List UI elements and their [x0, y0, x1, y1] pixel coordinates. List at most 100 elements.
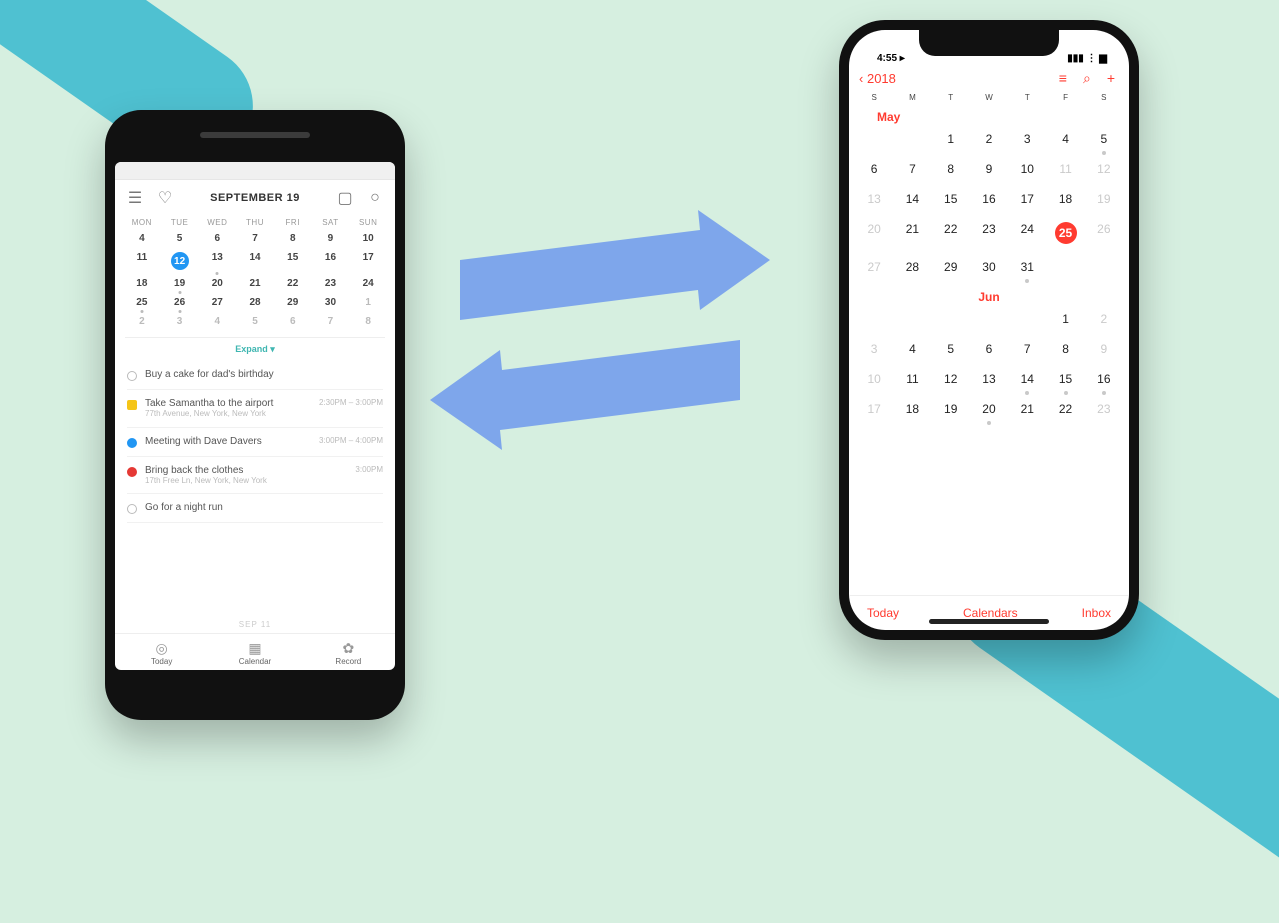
date-cell[interactable]: 26	[1085, 216, 1123, 254]
date-cell[interactable]: 11	[893, 366, 931, 396]
date-cell[interactable]: 3	[855, 336, 893, 366]
layout-icon[interactable]: ▢	[335, 188, 355, 208]
date-cell[interactable]: 28	[893, 254, 931, 284]
date-cell[interactable]: 13	[970, 366, 1008, 396]
date-cell[interactable]: 23	[1085, 396, 1123, 426]
date-cell[interactable]: 12	[161, 248, 199, 274]
nav-today[interactable]: ◎Today	[115, 640, 208, 666]
date-cell[interactable]: 22	[932, 216, 970, 254]
date-cell[interactable]: 2	[970, 126, 1008, 156]
date-cell[interactable]: 18	[123, 274, 161, 293]
date-cell[interactable]: 9	[1085, 336, 1123, 366]
date-cell[interactable]: 5	[161, 229, 199, 248]
date-cell[interactable]: 13	[198, 248, 236, 274]
date-cell[interactable]: 7	[1008, 336, 1046, 366]
date-cell[interactable]: 11	[1046, 156, 1084, 186]
date-cell[interactable]: 14	[236, 248, 274, 274]
event-item[interactable]: Go for a night run	[127, 494, 383, 523]
date-cell[interactable]: 23	[970, 216, 1008, 254]
date-cell[interactable]: 17	[855, 396, 893, 426]
date-cell[interactable]: 7	[312, 312, 350, 331]
date-cell[interactable]: 29	[274, 293, 312, 312]
event-item[interactable]: Take Samantha to the airport77th Avenue,…	[127, 390, 383, 428]
date-cell[interactable]: 4	[198, 312, 236, 331]
date-cell[interactable]: 7	[893, 156, 931, 186]
date-cell[interactable]: 9	[970, 156, 1008, 186]
date-cell[interactable]: 2	[1085, 306, 1123, 336]
date-cell[interactable]: 16	[970, 186, 1008, 216]
date-cell[interactable]: 20	[198, 274, 236, 293]
date-cell[interactable]: 18	[893, 396, 931, 426]
date-cell[interactable]: 8	[349, 312, 387, 331]
toolbar-calendars[interactable]: Calendars	[963, 606, 1018, 620]
date-cell[interactable]: 21	[1008, 396, 1046, 426]
menu-icon[interactable]: ☰	[125, 188, 145, 208]
date-cell[interactable]: 24	[349, 274, 387, 293]
date-cell[interactable]: 4	[893, 336, 931, 366]
date-cell[interactable]: 8	[932, 156, 970, 186]
nav-record[interactable]: ✿Record	[302, 640, 395, 666]
date-cell[interactable]: 14	[1008, 366, 1046, 396]
date-cell[interactable]: 30	[312, 293, 350, 312]
date-cell[interactable]: 13	[855, 186, 893, 216]
date-cell[interactable]: 18	[1046, 186, 1084, 216]
date-cell[interactable]: 5	[236, 312, 274, 331]
date-cell[interactable]: 11	[123, 248, 161, 274]
date-cell[interactable]: 5	[1085, 126, 1123, 156]
date-cell[interactable]: 10	[1008, 156, 1046, 186]
date-cell[interactable]: 25	[1046, 216, 1084, 254]
date-cell[interactable]: 9	[312, 229, 350, 248]
date-cell[interactable]: 8	[1046, 336, 1084, 366]
event-item[interactable]: Meeting with Dave Davers3:00PM – 4:00PM	[127, 428, 383, 457]
add-icon[interactable]: +	[1107, 70, 1115, 87]
date-cell[interactable]: 8	[274, 229, 312, 248]
date-cell[interactable]: 21	[236, 274, 274, 293]
date-cell[interactable]: 23	[312, 274, 350, 293]
date-cell[interactable]: 26	[161, 293, 199, 312]
date-cell[interactable]: 22	[274, 274, 312, 293]
date-cell[interactable]: 20	[970, 396, 1008, 426]
date-cell[interactable]: 29	[932, 254, 970, 284]
back-date-bar[interactable]: SEP 11	[115, 616, 395, 633]
search-icon[interactable]: ○	[365, 188, 385, 208]
date-cell[interactable]: 21	[893, 216, 931, 254]
date-cell[interactable]: 6	[970, 336, 1008, 366]
date-cell[interactable]: 7	[236, 229, 274, 248]
date-cell[interactable]: 27	[855, 254, 893, 284]
back-button[interactable]: ‹ 2018	[859, 71, 896, 86]
date-cell[interactable]: 15	[274, 248, 312, 274]
toolbar-inbox[interactable]: Inbox	[1082, 606, 1111, 620]
date-cell[interactable]: 24	[1008, 216, 1046, 254]
date-cell[interactable]: 10	[349, 229, 387, 248]
date-cell[interactable]: 14	[893, 186, 931, 216]
search-icon[interactable]: ⌕	[1083, 70, 1091, 87]
date-cell[interactable]: 28	[236, 293, 274, 312]
date-cell[interactable]: 3	[161, 312, 199, 331]
date-cell[interactable]: 12	[932, 366, 970, 396]
date-cell[interactable]: 25	[123, 293, 161, 312]
date-cell[interactable]: 17	[1008, 186, 1046, 216]
date-cell[interactable]: 27	[198, 293, 236, 312]
date-cell[interactable]: 22	[1046, 396, 1084, 426]
date-cell[interactable]: 4	[123, 229, 161, 248]
date-cell[interactable]: 15	[932, 186, 970, 216]
date-cell[interactable]: 20	[855, 216, 893, 254]
date-cell[interactable]: 16	[1085, 366, 1123, 396]
date-cell[interactable]: 1	[1046, 306, 1084, 336]
date-cell[interactable]: 10	[855, 366, 893, 396]
date-cell[interactable]: 4	[1046, 126, 1084, 156]
date-cell[interactable]: 2	[123, 312, 161, 331]
date-cell[interactable]: 6	[198, 229, 236, 248]
date-cell[interactable]: 12	[1085, 156, 1123, 186]
date-cell[interactable]: 19	[932, 396, 970, 426]
date-cell[interactable]: 6	[855, 156, 893, 186]
date-cell[interactable]: 30	[970, 254, 1008, 284]
toolbar-today[interactable]: Today	[867, 606, 899, 620]
expand-button[interactable]: Expand ▾	[115, 340, 395, 361]
date-cell[interactable]: 15	[1046, 366, 1084, 396]
date-cell[interactable]: 5	[932, 336, 970, 366]
date-cell[interactable]: 1	[349, 293, 387, 312]
nav-calendar[interactable]: ▦Calendar	[208, 640, 301, 666]
date-cell[interactable]: 17	[349, 248, 387, 274]
date-cell[interactable]: 19	[161, 274, 199, 293]
